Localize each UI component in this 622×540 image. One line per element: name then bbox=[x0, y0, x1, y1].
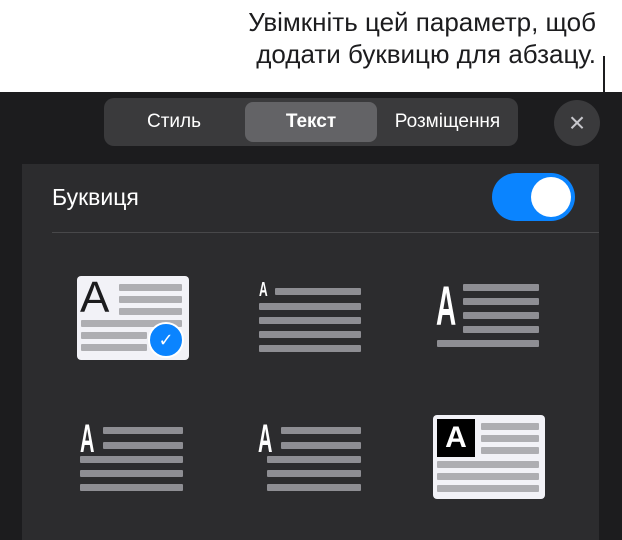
text-line bbox=[119, 308, 182, 315]
text-line bbox=[437, 340, 539, 347]
dropcap-style-4[interactable]: A bbox=[77, 415, 189, 499]
dropcap-style-3[interactable]: A bbox=[433, 276, 545, 360]
dropcap-glyph: A bbox=[258, 417, 273, 461]
text-line bbox=[80, 470, 183, 477]
format-panel: Стиль Текст Розміщення × Буквиця A ✓ A A bbox=[0, 92, 622, 540]
dropcap-glyph: A bbox=[259, 279, 268, 301]
close-button[interactable]: × bbox=[554, 100, 600, 146]
text-line bbox=[259, 303, 361, 310]
text-line bbox=[267, 484, 361, 491]
text-line bbox=[267, 470, 361, 477]
text-line bbox=[81, 344, 147, 351]
text-line bbox=[259, 331, 361, 338]
text-line bbox=[481, 423, 539, 430]
tab-arrange[interactable]: Розміщення bbox=[377, 102, 518, 142]
text-line bbox=[80, 456, 183, 463]
text-line bbox=[103, 427, 183, 434]
dropcap-glyph: A bbox=[80, 417, 95, 461]
text-line bbox=[103, 442, 183, 449]
tab-text[interactable]: Текст bbox=[245, 102, 377, 142]
dropcap-glyph: A bbox=[80, 273, 110, 322]
text-line bbox=[437, 461, 539, 468]
text-line bbox=[481, 435, 539, 442]
close-icon: × bbox=[568, 107, 586, 138]
separator bbox=[52, 232, 599, 233]
text-line bbox=[463, 326, 539, 333]
tab-style[interactable]: Стиль bbox=[104, 102, 244, 142]
callout-text: Увімкніть цей параметр, щоб додати букви… bbox=[76, 6, 596, 70]
text-line bbox=[481, 447, 539, 454]
text-line bbox=[267, 456, 361, 463]
text-line bbox=[81, 332, 147, 339]
dropcap-style-1[interactable]: A ✓ bbox=[77, 276, 189, 360]
text-line bbox=[463, 284, 539, 291]
dropcap-style-6[interactable]: A bbox=[433, 415, 545, 499]
text-line bbox=[463, 312, 539, 319]
text-line bbox=[275, 288, 361, 295]
text-line bbox=[119, 284, 182, 291]
text-line bbox=[281, 427, 361, 434]
text-line bbox=[437, 473, 539, 480]
text-line bbox=[463, 298, 539, 305]
dropcap-toggle[interactable] bbox=[492, 173, 575, 221]
toggle-knob bbox=[531, 177, 571, 217]
dropcap-style-2[interactable]: A bbox=[255, 276, 367, 360]
text-line bbox=[259, 345, 361, 352]
dropcap-glyph-box: A bbox=[437, 419, 475, 457]
text-line bbox=[80, 484, 183, 491]
dropcap-label: Буквиця bbox=[52, 184, 139, 210]
callout-line-1: Увімкніть цей параметр, щоб bbox=[248, 7, 596, 37]
text-line bbox=[259, 317, 361, 324]
dropcap-style-5[interactable]: A bbox=[255, 415, 367, 499]
text-line bbox=[281, 442, 361, 449]
text-line bbox=[119, 296, 182, 303]
dropcap-glyph: A bbox=[436, 274, 457, 337]
text-line bbox=[437, 485, 539, 492]
callout-line-2: додати буквицю для абзацу. bbox=[256, 39, 596, 69]
format-tabs: Стиль Текст Розміщення bbox=[104, 98, 518, 146]
checkmark-icon: ✓ bbox=[148, 322, 184, 358]
